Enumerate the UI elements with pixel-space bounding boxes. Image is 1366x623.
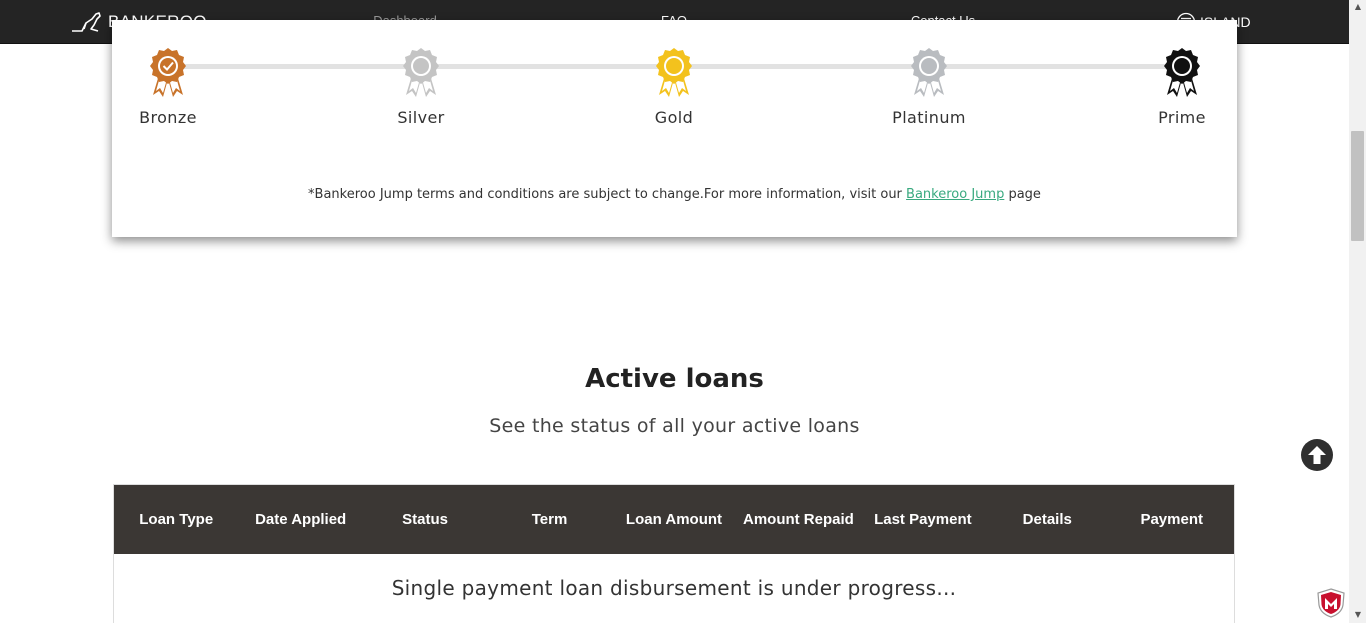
terms-notice: *Bankeroo Jump terms and conditions are … [0,187,1349,202]
tier-label: Gold [654,108,694,127]
column-header: Amount Repaid [742,511,854,528]
column-header: Details [1022,511,1072,528]
table-header: Loan Type Date Applied Status Term Loan … [114,485,1234,554]
tier-platinum: Platinum [869,47,989,127]
column-header: Status [402,511,449,528]
terms-text: *Bankeroo Jump terms and conditions are … [308,187,907,202]
tier-label: Bronze [139,108,197,127]
tier-gold: Gold [614,47,734,127]
scrollbar-thumb[interactable] [1351,131,1364,241]
column-header: Loan Type [139,511,214,528]
bronze-ribbon-icon [150,48,186,97]
platinum-ribbon-icon [911,48,947,97]
tier-bronze: Bronze [108,47,228,127]
column-header: Loan Amount [625,511,723,528]
scroll-down-arrow-icon[interactable]: ▼ [1353,610,1363,620]
column-header: Payment [1140,511,1203,528]
terms-suffix: page [1004,187,1041,202]
active-loans-subtitle: See the status of all your active loans [489,415,860,437]
tier-label: Platinum [892,108,966,127]
prime-ribbon-icon [1164,48,1200,97]
active-loans-table: Loan Type Date Applied Status Term Loan … [113,484,1235,623]
bankeroo-jump-link[interactable]: Bankeroo Jump [906,187,1004,202]
scroll-up-arrow-icon[interactable]: ▲ [1353,2,1363,12]
arrow-up-icon [1308,446,1326,464]
mcafee-shield-icon[interactable] [1316,588,1346,622]
column-header: Date Applied [255,511,347,528]
tier-prime: Prime [1122,47,1242,127]
active-loans-title: Active loans [585,364,764,394]
column-header: Term [531,511,568,528]
kangaroo-icon [72,12,101,32]
loan-status-message: Single payment loan disbursement is unde… [391,576,957,600]
gold-ribbon-icon [656,48,692,97]
scroll-to-top-button[interactable] [1301,439,1333,471]
column-header: Last Payment [874,511,972,528]
tier-silver: Silver [361,47,481,127]
tier-label: Silver [397,108,445,127]
vertical-scrollbar[interactable] [1349,0,1366,623]
silver-ribbon-icon [403,48,439,97]
tier-label: Prime [1158,108,1206,127]
